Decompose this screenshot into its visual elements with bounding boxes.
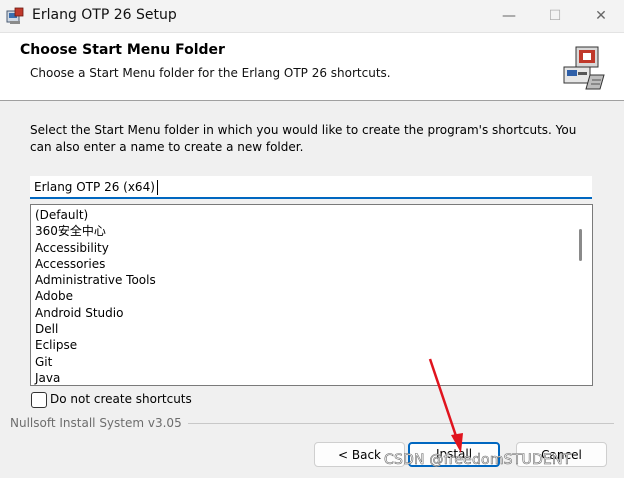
list-item[interactable]: Android Studio <box>35 305 123 321</box>
text-caret <box>157 180 158 195</box>
close-button[interactable]: ✕ <box>578 0 624 32</box>
list-item[interactable]: Eclipse <box>35 337 77 353</box>
installer-icon <box>6 7 24 24</box>
scrollbar-thumb[interactable] <box>579 229 582 261</box>
computer-disk-icon <box>563 46 605 90</box>
watermark-text: CSDN @freedomSTUDENT <box>384 452 572 469</box>
folder-list[interactable]: (Default) 360安全中心 Accessibility Accessor… <box>30 204 593 386</box>
start-menu-folder-input[interactable] <box>30 176 592 199</box>
list-item[interactable]: Administrative Tools <box>35 272 156 288</box>
red-arrow <box>428 358 463 453</box>
page-title: Choose Start Menu Folder <box>20 42 225 58</box>
list-item[interactable]: Java <box>35 370 60 385</box>
list-item[interactable]: Adobe <box>35 288 73 304</box>
window-title: Erlang OTP 26 Setup <box>32 7 177 23</box>
list-item[interactable]: 360安全中心 <box>35 223 106 239</box>
list-item[interactable]: Git <box>35 354 52 370</box>
list-item[interactable]: Accessibility <box>35 240 109 256</box>
list-item[interactable]: Dell <box>35 321 58 337</box>
no-shortcuts-checkbox[interactable] <box>31 392 47 408</box>
page-header: Choose Start Menu Folder Choose a Start … <box>0 33 624 101</box>
instructions-text: Select the Start Menu folder in which yo… <box>30 123 577 154</box>
minimize-button[interactable]: — <box>486 0 532 32</box>
maximize-button[interactable]: ☐ <box>532 0 578 32</box>
setup-window: Erlang OTP 26 Setup — ☐ ✕ Choose Start M… <box>0 0 624 478</box>
installer-branding: Nullsoft Install System v3.05 <box>10 416 186 430</box>
branding-divider <box>188 423 614 424</box>
list-item[interactable]: (Default) <box>35 207 88 223</box>
no-shortcuts-label[interactable]: Do not create shortcuts <box>50 392 192 406</box>
page-subtitle: Choose a Start Menu folder for the Erlan… <box>30 66 391 80</box>
list-item[interactable]: Accessories <box>35 256 105 272</box>
title-bar[interactable]: Erlang OTP 26 Setup — ☐ ✕ <box>0 0 624 33</box>
